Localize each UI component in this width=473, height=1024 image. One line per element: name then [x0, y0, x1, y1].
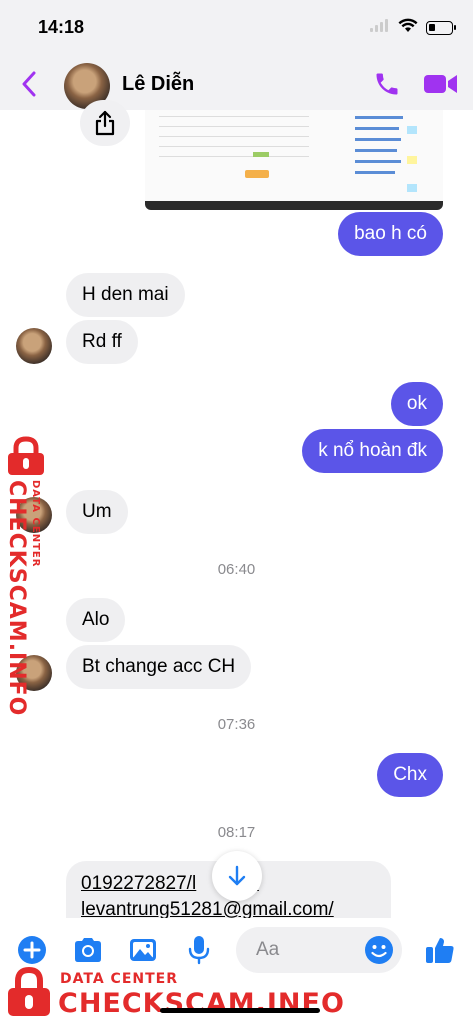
image-icon: [130, 939, 156, 961]
camera-button[interactable]: [70, 932, 106, 968]
image-button: [245, 170, 269, 178]
timestamp: 06:40: [217, 561, 256, 578]
watermark-bottom: DATA CENTER CHECKSCAM.INFO: [0, 964, 344, 1022]
timestamp: 08:17: [217, 824, 256, 841]
contact-name[interactable]: Lê Diễn: [122, 73, 194, 96]
contact-avatar-small[interactable]: [16, 328, 52, 364]
share-icon: [95, 110, 115, 136]
watermark-side: CHECKSCAM.INFO DATA CENTER: [0, 436, 52, 716]
voice-button[interactable]: [181, 932, 217, 968]
outgoing-message[interactable]: k nổ hoàn đk: [302, 429, 443, 473]
watermark-big: CHECKSCAM.INFO: [58, 988, 345, 1019]
incoming-message[interactable]: Bt change acc CH: [66, 645, 252, 689]
status-time: 14:18: [38, 17, 85, 37]
messenger-chat-screen: 14:18 Lê Diễn bao h có H den mai Rd ff o…: [0, 0, 473, 1024]
image-thumb: [407, 126, 417, 134]
lock-icon: [8, 966, 50, 1016]
outgoing-message[interactable]: Chx: [377, 753, 443, 797]
phone-icon: [376, 73, 398, 95]
image-badge: [253, 152, 269, 157]
outgoing-message[interactable]: ok: [390, 382, 443, 426]
home-indicator: [160, 1008, 320, 1013]
watermark-side-small: DATA CENTER: [30, 480, 41, 568]
back-button[interactable]: [14, 68, 44, 100]
image-row: [159, 156, 309, 157]
outgoing-message[interactable]: bao h có: [338, 212, 443, 256]
chevron-left-icon: [22, 71, 36, 97]
status-icons: [370, 18, 456, 38]
watermark-side-big: CHECKSCAM.INFO: [4, 480, 29, 717]
message-line-start[interactable]: 0192272827/l: [81, 873, 196, 894]
image-row: [159, 116, 309, 117]
signal-icon: [370, 19, 390, 37]
image-row: [159, 136, 309, 137]
image-sidebar: [355, 110, 413, 196]
incoming-message[interactable]: Rd ff: [66, 320, 138, 364]
image-thumb: [407, 156, 417, 164]
share-button[interactable]: [80, 100, 130, 146]
lock-icon: [8, 436, 44, 475]
incoming-message[interactable]: Alo: [66, 598, 126, 642]
video-camera-icon: [424, 75, 457, 93]
like-button[interactable]: [422, 932, 458, 968]
plus-icon: [18, 936, 46, 964]
image-taskbar: [145, 201, 443, 210]
camera-icon: [75, 938, 101, 962]
timestamp: 07:36: [217, 716, 256, 733]
emoji-icon: [365, 936, 393, 964]
shared-image[interactable]: [145, 110, 443, 210]
battery-level: [429, 24, 435, 31]
call-button[interactable]: [370, 67, 404, 101]
battery-icon: [426, 21, 456, 35]
image-row: [159, 126, 309, 127]
incoming-message[interactable]: Um: [66, 490, 128, 534]
microphone-icon: [188, 936, 210, 965]
video-call-button[interactable]: [421, 67, 461, 101]
more-actions-button[interactable]: [14, 932, 50, 968]
scroll-to-bottom-button[interactable]: [212, 851, 262, 901]
image-thumb: [407, 184, 417, 192]
thumbs-up-icon: [426, 938, 454, 963]
watermark-small: DATA CENTER: [60, 971, 178, 987]
arrow-down-icon: [228, 865, 246, 886]
image-row: [159, 146, 309, 147]
status-bar: 14:18: [0, 0, 473, 58]
wifi-icon: [398, 18, 418, 38]
gallery-button[interactable]: [125, 932, 161, 968]
chat-header: Lê Diễn: [0, 58, 473, 110]
emoji-button[interactable]: [364, 935, 394, 965]
incoming-message[interactable]: H den mai: [66, 273, 185, 317]
